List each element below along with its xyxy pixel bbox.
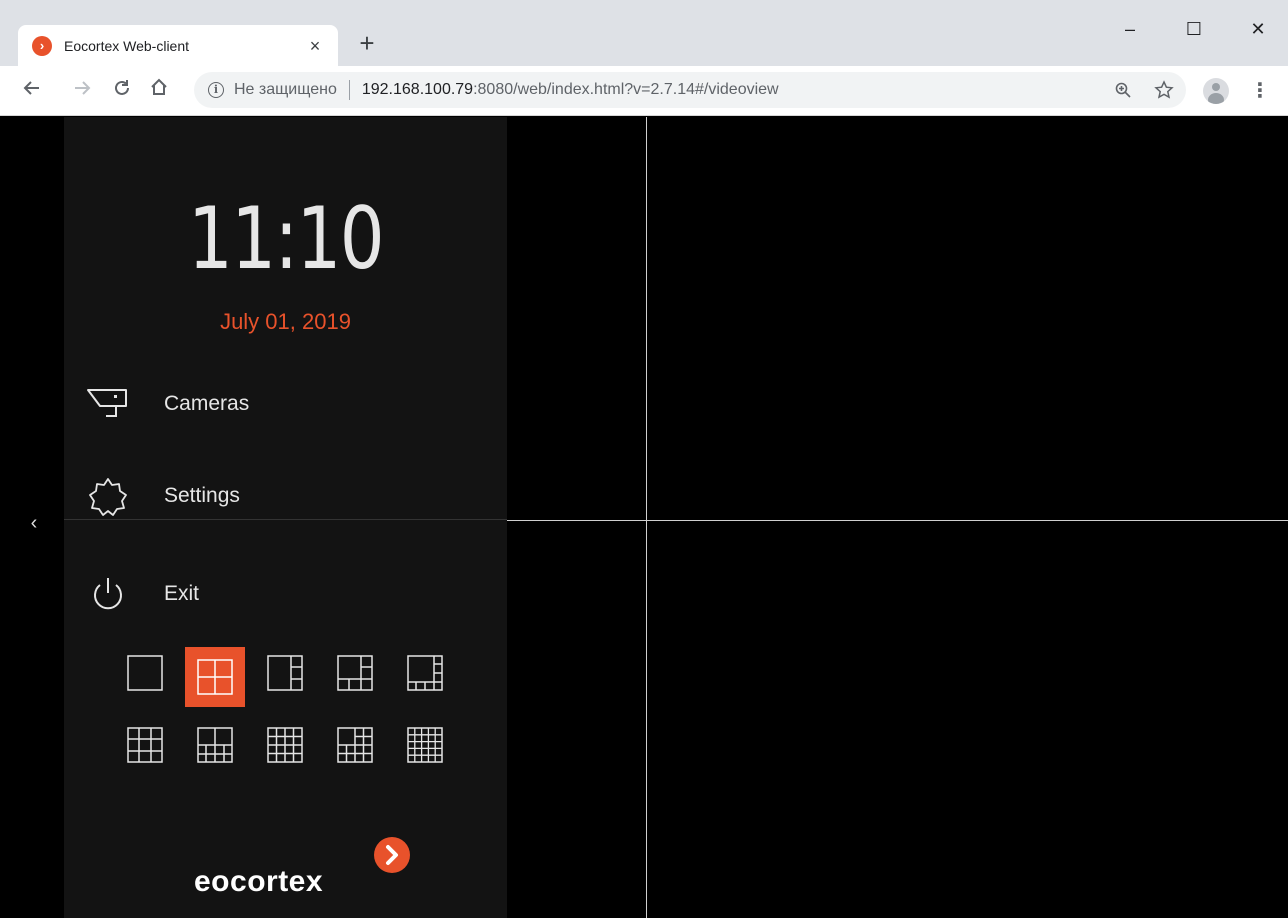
url-host: 192.168.100.79 xyxy=(361,81,474,98)
layout-1plus5-icon xyxy=(337,655,373,691)
camera-icon xyxy=(84,384,132,424)
omnibox-actions xyxy=(1114,72,1174,108)
layout-1x1-button[interactable] xyxy=(115,647,175,699)
video-cell-top-left[interactable] xyxy=(507,117,646,520)
video-grid-vertical-divider xyxy=(646,117,647,918)
layout-1plus3-button[interactable] xyxy=(255,647,315,699)
profile-avatar-icon[interactable] xyxy=(1203,78,1229,104)
layout-4x4-icon xyxy=(267,727,303,763)
bookmark-star-icon[interactable] xyxy=(1154,80,1174,100)
home-icon xyxy=(151,78,167,95)
menu-label-cameras: Cameras xyxy=(164,392,250,415)
gear-icon xyxy=(84,476,132,516)
tab-close-button[interactable]: × xyxy=(304,35,326,57)
eocortex-favicon-icon: › xyxy=(32,35,52,56)
layout-4x4-button[interactable] xyxy=(255,719,315,771)
layout-1plus3-icon xyxy=(267,655,303,691)
reload-icon xyxy=(115,80,129,95)
power-icon xyxy=(84,574,132,614)
menu-label-exit: Exit xyxy=(164,582,200,605)
reload-button[interactable] xyxy=(106,74,138,106)
minimize-button[interactable]: – xyxy=(1106,14,1154,44)
collapse-strip[interactable]: ‹ xyxy=(0,117,64,918)
layout-1x1-icon xyxy=(127,655,163,691)
clock-date: July 01, 2019 xyxy=(220,309,351,334)
layout-2plus8-button[interactable] xyxy=(185,719,245,771)
panel-divider xyxy=(64,519,507,520)
address-bar[interactable]: i Не защищено 192.168.100.79:8080/web/in… xyxy=(194,72,1186,108)
layout-1plus5-button[interactable] xyxy=(325,647,385,699)
layout-3x3-icon xyxy=(127,727,163,763)
browser-toolbar: i Не защищено 192.168.100.79:8080/web/in… xyxy=(0,66,1288,116)
info-icon[interactable]: i xyxy=(208,82,224,98)
video-grid-horizontal-divider xyxy=(507,520,1288,521)
url-path: :8080/web/index.html?v=2.7.14#/videoview xyxy=(473,81,779,98)
eocortex-logo-mark-icon xyxy=(374,837,410,873)
new-tab-button[interactable]: + xyxy=(353,29,381,57)
forward-button[interactable] xyxy=(66,74,98,106)
layout-2x2-button[interactable] xyxy=(185,647,245,707)
app-content: ‹ 11:10 July 01, 2019 Cameras Settings E… xyxy=(0,117,1288,918)
back-arrow-icon xyxy=(23,81,39,95)
close-window-button[interactable]: ✕ xyxy=(1234,14,1282,44)
video-cell-bottom-right[interactable] xyxy=(647,521,1288,918)
forward-arrow-icon xyxy=(75,81,91,95)
omnibox-separator xyxy=(348,80,350,100)
layout-2x2-icon xyxy=(197,659,233,695)
browser-menu-icon[interactable]: ⋮ xyxy=(1250,79,1270,105)
eocortex-logo: eocortex xyxy=(194,827,424,907)
layout-2plus8-icon xyxy=(197,727,233,763)
maximize-button[interactable]: ☐ xyxy=(1170,14,1218,44)
layout-5x5-icon xyxy=(407,727,443,763)
back-button[interactable] xyxy=(16,74,48,106)
not-secure-label: Не защищено xyxy=(234,81,337,98)
menu-label-settings: Settings xyxy=(164,484,240,507)
layout-3x3-button[interactable] xyxy=(115,719,175,771)
layout-1plus7-button[interactable] xyxy=(395,647,455,699)
video-cell-top-right[interactable] xyxy=(647,117,1288,520)
menu-item-settings[interactable]: Settings xyxy=(84,471,384,521)
eocortex-logo-text: eocortex xyxy=(194,865,324,898)
home-button[interactable] xyxy=(143,74,175,106)
menu-item-cameras[interactable]: Cameras xyxy=(84,379,384,429)
collapse-panel-icon[interactable]: ‹ xyxy=(24,511,44,535)
tab-title: Eocortex Web-client xyxy=(64,37,190,54)
clock-time: 11:10 xyxy=(187,189,385,289)
video-cell-bottom-left[interactable] xyxy=(507,521,646,918)
side-panel: 11:10 July 01, 2019 Cameras Settings Exi… xyxy=(64,117,507,918)
zoom-icon[interactable] xyxy=(1114,81,1132,99)
layout-5x5-button[interactable] xyxy=(395,719,455,771)
menu-item-exit[interactable]: Exit xyxy=(84,569,384,619)
layout-1plus12-icon xyxy=(337,727,373,763)
layout-1plus7-icon xyxy=(407,655,443,691)
layout-1plus12-button[interactable] xyxy=(325,719,385,771)
browser-tab[interactable]: › Eocortex Web-client × xyxy=(18,25,338,66)
